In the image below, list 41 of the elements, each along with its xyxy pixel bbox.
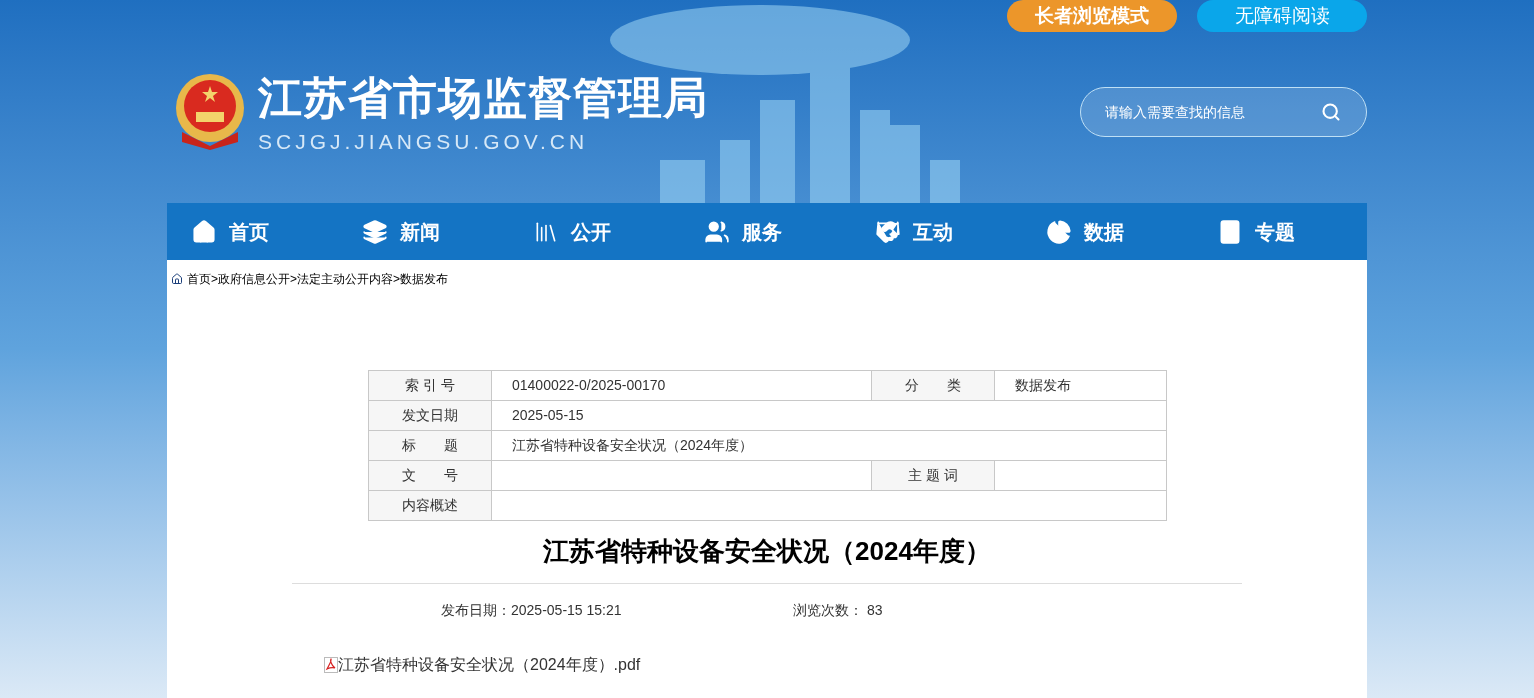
site-domain: SCJGJ.JIANGSU.GOV.CN [258,129,590,155]
field-value: 01400022-0/2025-00170 [491,370,872,401]
attachment-link[interactable]: 江苏省特种设备安全状况（2024年度）.pdf [338,653,641,677]
search-field[interactable]: 请输入需要查找的信息 [1080,87,1367,137]
nav-item[interactable]: 公开 [533,216,637,247]
field-label: 发文日期 [368,400,492,431]
field-label: 内容概述 [368,490,492,521]
field-label: 标 题 [368,430,492,461]
breadcrumb-link[interactable]: 首页 [187,270,211,288]
field-label: 文 号 [368,460,492,491]
field-value: 数据发布 [994,370,1167,401]
breadcrumb-link[interactable]: 法定主动公开内容 [297,270,394,288]
mode-button[interactable]: 无障碍阅读 [1197,0,1367,32]
nav-item[interactable]: 首页 [191,216,295,247]
breadcrumb-link[interactable]: 政府信息公开 [218,270,290,288]
article-title: 江苏省特种设备安全状况（2024年度） [542,535,992,568]
field-label: 索 引 号 [368,370,492,401]
users-icon [704,218,730,245]
site-name: 江苏省市场监督管理局 [258,72,708,124]
field-value: 2025-05-15 [491,400,1167,431]
nav-item[interactable]: 互动 [875,216,979,247]
breadcrumb-link[interactable]: 数据发布 [400,270,449,288]
breadcrumb-separator: > [211,271,218,288]
pdf-icon [324,657,338,673]
publish-date: 发布日期：2025-05-15 15:21 [441,601,623,620]
field-label: 分 类 [871,370,995,401]
home-icon [191,218,217,245]
search-icon[interactable] [1321,102,1341,122]
nav-item[interactable]: 服务 [704,216,808,247]
view-count: 浏览次数： 83 [793,601,883,620]
breadcrumb-separator: > [393,271,401,288]
nav-item[interactable]: 数据 [1046,216,1150,247]
home-icon [171,273,183,285]
field-label: 主 题 词 [871,460,995,491]
breadcrumb-separator: > [290,271,298,288]
pie-chart-icon [1046,218,1072,245]
nav-item[interactable]: 新闻 [362,216,466,247]
layers-icon [362,218,388,245]
field-value: 江苏省特种设备安全状况（2024年度） [491,430,1167,461]
nav-item[interactable]: 专题 [1217,216,1321,247]
emblem-icon [174,72,246,150]
